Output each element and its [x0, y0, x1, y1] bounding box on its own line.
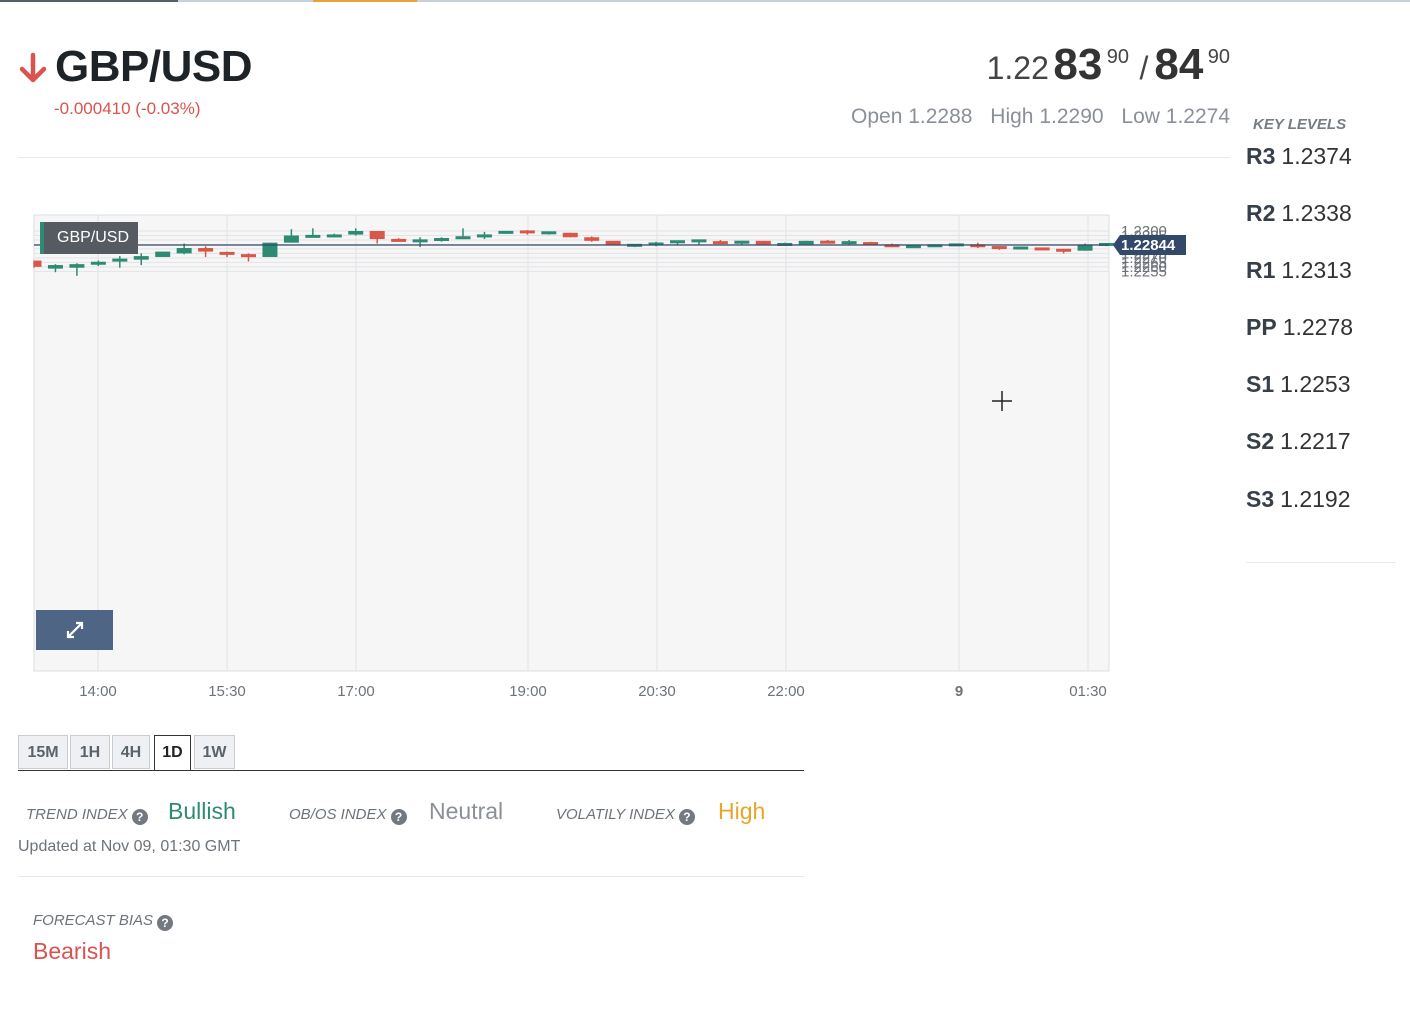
candle-body — [391, 238, 407, 242]
candle-body — [712, 241, 728, 245]
price-chart[interactable]: 1.23001.22951.22901.22851.22801.22751.22… — [0, 0, 1240, 710]
candle-down — [1034, 247, 1050, 251]
current-price-label: 1.22844 — [1121, 237, 1176, 254]
key-level-s2: S2 1.2217 — [1246, 428, 1351, 454]
candle-body — [455, 236, 471, 240]
candle-body — [905, 245, 921, 249]
key-levels-panel: KEY LEVELS R3 1.2374 R2 1.2338 R1 1.2313 PP… — [1246, 116, 1396, 512]
x-tick-label: 20:30 — [638, 683, 676, 700]
expand-chart-button[interactable] — [36, 610, 113, 650]
expand-icon — [66, 621, 84, 639]
candle-body — [820, 240, 836, 244]
candle-body — [198, 248, 214, 252]
key-level-pp: PP 1.2278 — [1246, 314, 1354, 340]
divider — [18, 876, 804, 877]
candle-body — [519, 230, 535, 234]
candle-body — [305, 234, 321, 238]
x-axis: 14:00 15:30 17:00 19:00 20:30 22:00 9 01:30 — [79, 683, 1107, 700]
candle-body — [498, 230, 514, 234]
candle-body — [798, 240, 814, 245]
candle-body — [1034, 247, 1050, 251]
candle-body — [155, 251, 171, 257]
x-tick-label: 14:00 — [79, 683, 117, 700]
trend-index-value: Bullish — [168, 798, 236, 824]
chart-plot-area[interactable] — [33, 214, 1110, 672]
candle-up — [541, 231, 557, 235]
key-level-r2: R2 1.2338 — [1246, 200, 1352, 226]
candle-body — [670, 240, 685, 244]
candle-down — [755, 240, 771, 245]
updated-timestamp: Updated at Nov 09, 01:30 GMT — [18, 838, 241, 855]
candle-body — [541, 231, 557, 235]
chart-symbol-tag: GBP/USD — [40, 222, 138, 254]
obos-index-value: Neutral — [429, 798, 504, 824]
candle-up — [498, 230, 514, 234]
divider — [1246, 562, 1396, 563]
x-tick-label: 9 — [955, 683, 963, 700]
forecast-bias-label: FORECAST BIAS? — [33, 912, 174, 931]
candle-body — [133, 256, 149, 260]
candle-up — [1013, 246, 1029, 250]
candle-up — [155, 251, 171, 257]
candle-body — [434, 238, 450, 242]
question-circle-icon[interactable]: ? — [131, 809, 148, 825]
obos-index-label: OB/OS INDEX? — [289, 806, 407, 825]
candle-body — [112, 258, 128, 262]
candle-body — [991, 246, 1007, 250]
candle-up — [798, 240, 814, 245]
candle-body — [1013, 246, 1029, 250]
y-tick-label: 1.2255 — [1121, 263, 1167, 280]
tabs-baseline — [18, 770, 804, 771]
candle-body — [348, 231, 364, 235]
key-levels-title: KEY LEVELS — [1253, 116, 1347, 133]
candle-body — [369, 231, 385, 240]
x-tick-label: 15:30 — [208, 683, 246, 700]
question-circle-icon[interactable]: ? — [678, 809, 695, 825]
candle-body — [734, 240, 750, 244]
key-level-s3: S3 1.2192 — [1246, 486, 1351, 512]
candle-body — [841, 241, 857, 245]
candle-body — [691, 239, 707, 243]
candle-body — [219, 251, 235, 255]
candle-body — [412, 239, 428, 243]
tab-1h[interactable]: 1H — [70, 735, 110, 769]
volatility-index-value: High — [718, 798, 766, 824]
question-circle-icon[interactable]: ? — [157, 915, 174, 931]
candle-body — [47, 265, 63, 269]
candle-body — [1056, 248, 1072, 252]
candle-body — [283, 235, 299, 243]
candle-down — [562, 232, 578, 238]
tab-4h[interactable]: 4H — [112, 735, 150, 769]
x-tick-label: 01:30 — [1069, 683, 1107, 700]
candle-body — [176, 248, 192, 254]
key-level-s1: S1 1.2253 — [1246, 371, 1351, 397]
tab-15m[interactable]: 15M — [18, 735, 68, 769]
candle-body — [562, 232, 578, 238]
candle-body — [476, 234, 492, 238]
candle-body — [69, 264, 85, 268]
key-level-r1: R1 1.2313 — [1246, 257, 1352, 283]
candle-body — [326, 234, 342, 238]
x-tick-label: 22:00 — [767, 683, 805, 700]
tab-1w[interactable]: 1W — [194, 735, 235, 769]
candle-body — [34, 260, 42, 267]
candle-body — [584, 237, 600, 241]
trend-index-label: TREND INDEX? — [26, 806, 148, 825]
question-circle-icon[interactable]: ? — [390, 809, 407, 825]
candle-body — [755, 240, 771, 245]
candle-up — [905, 245, 921, 249]
volatility-index-label: VOLATILY INDEX? — [556, 806, 695, 825]
key-level-r3: R3 1.2374 — [1246, 143, 1352, 169]
x-tick-label: 17:00 — [337, 683, 375, 700]
candle-body — [241, 254, 256, 258]
candle-body — [90, 261, 106, 265]
forecast-bias-value: Bearish — [33, 938, 111, 964]
candle-down — [33, 260, 42, 268]
tab-1d[interactable]: 1D — [154, 735, 191, 771]
x-tick-label: 19:00 — [509, 683, 547, 700]
